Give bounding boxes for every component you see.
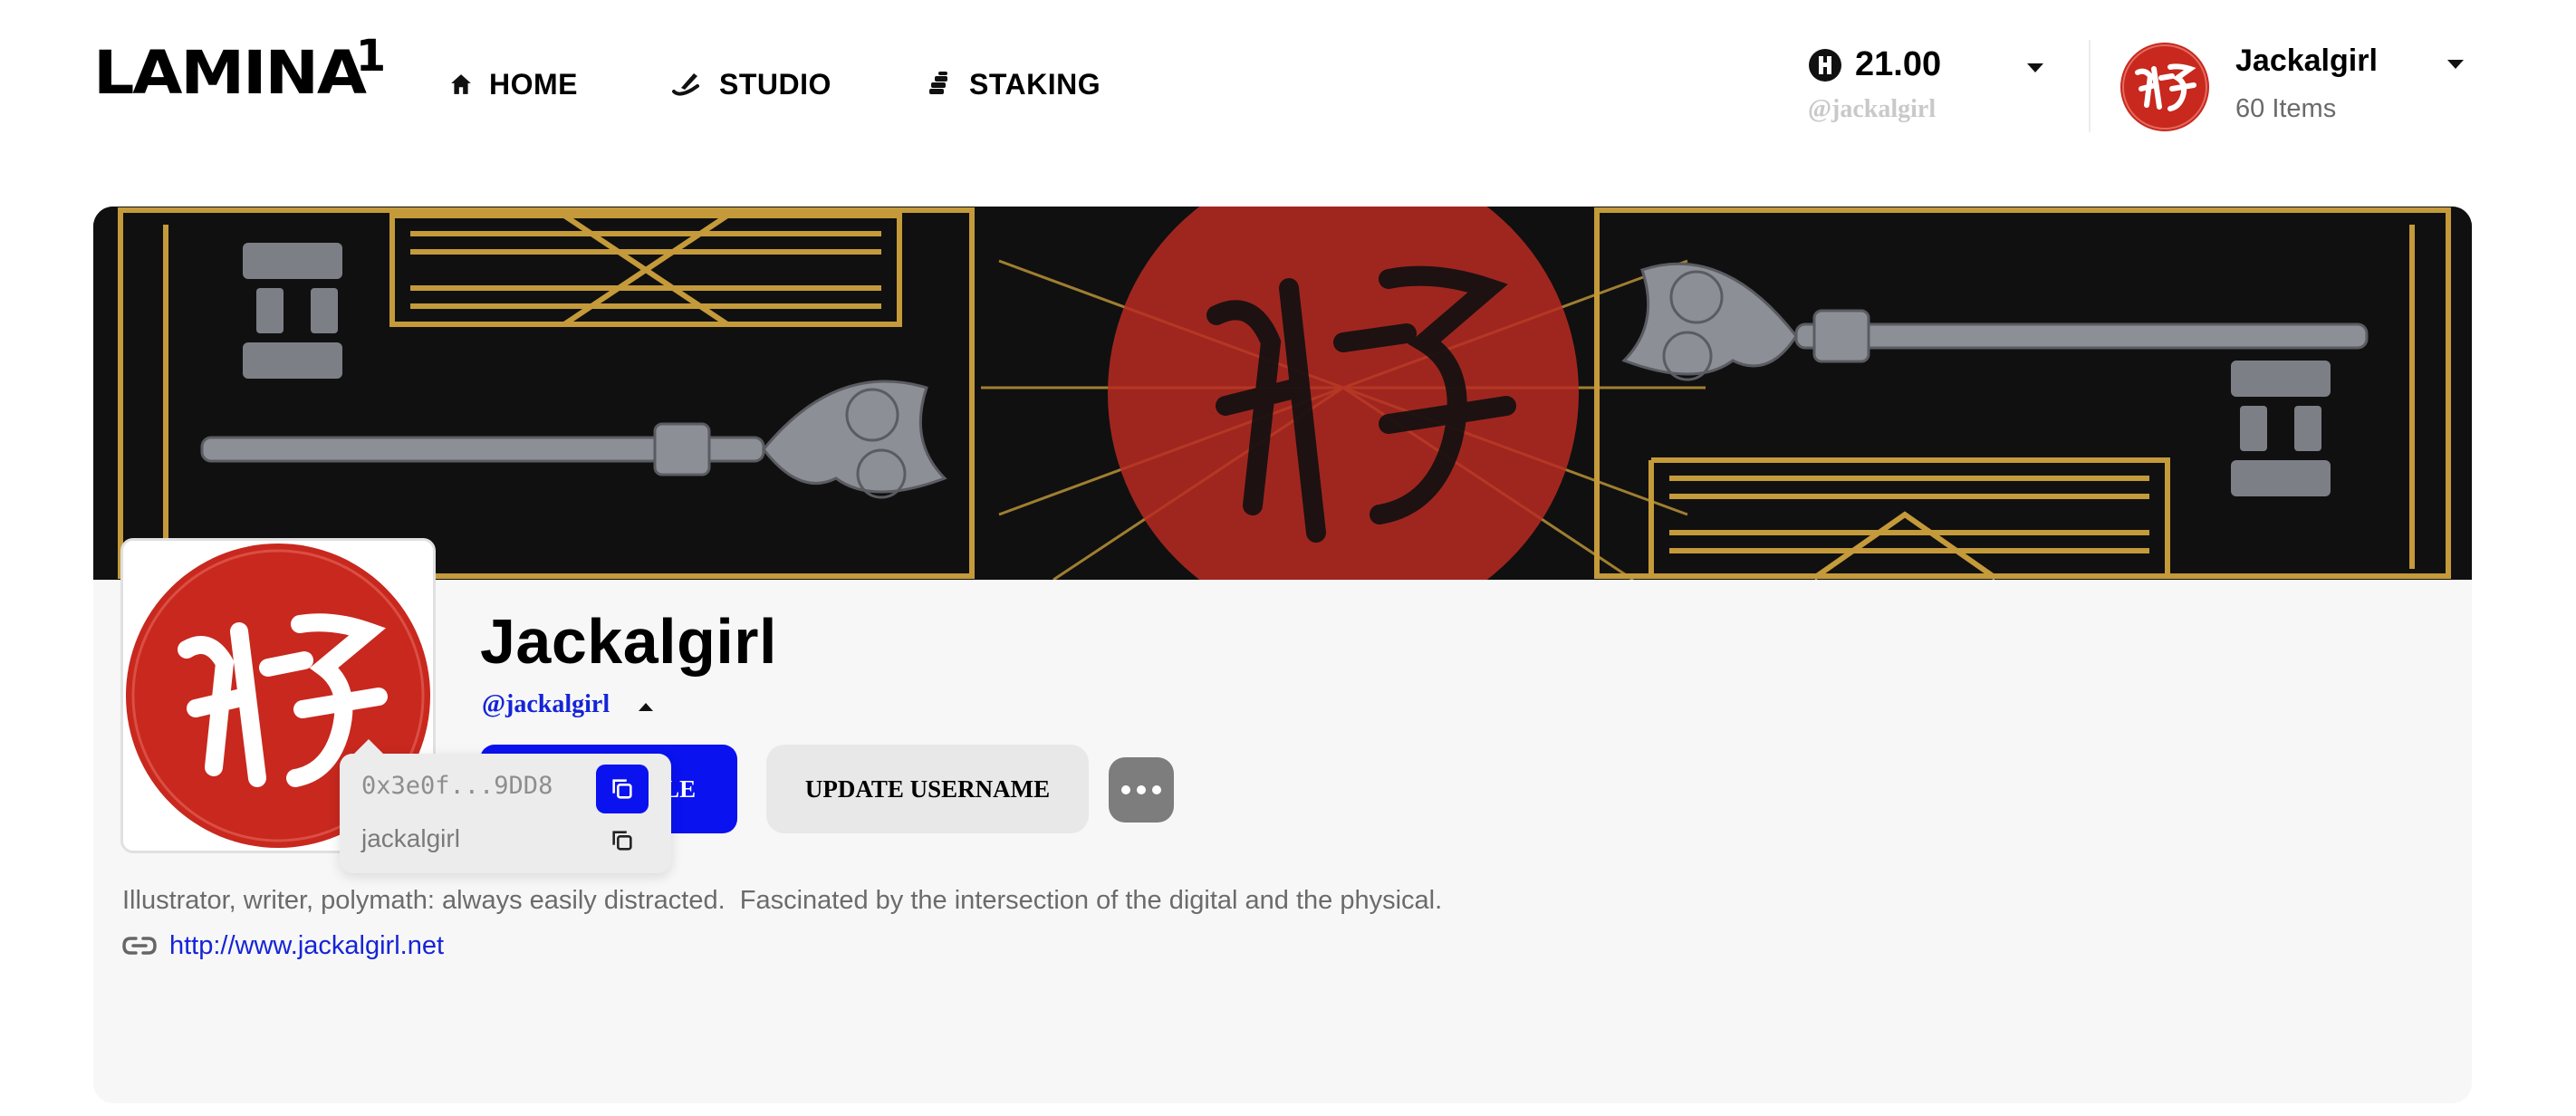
more-options-button[interactable] — [1109, 757, 1174, 823]
profile-card — [93, 207, 2472, 1103]
balance-caret-down-icon[interactable] — [2025, 62, 2045, 74]
profile-bio: Illustrator, writer, polymath: always ea… — [122, 886, 1443, 915]
nav-staking[interactable]: STAKING — [926, 62, 1101, 107]
popover-notch — [352, 739, 385, 755]
nav-studio-label: STUDIO — [719, 67, 831, 101]
balance-handle: @jackalgirl — [1808, 95, 1937, 123]
top-header: LAMINA 1 HOME STUDIO STAKING 21.00 @jack… — [0, 0, 2576, 172]
wallet-balance[interactable]: 21.00 @jackalgirl — [1808, 45, 2052, 127]
website-row: http://www.jackalgirl.net — [122, 928, 444, 964]
balance-amount: 21.00 — [1855, 45, 1942, 83]
update-username-button[interactable]: UPDATE USERNAME — [766, 745, 1089, 833]
address-popover: 0x3e0f...9DD8 jackalgirl — [340, 739, 671, 873]
profile-handle[interactable]: @jackalgirl — [482, 690, 610, 719]
copy-username-button[interactable] — [602, 821, 642, 861]
lamina-token-icon — [1809, 48, 1841, 82]
copy-icon — [612, 779, 632, 799]
account-menu[interactable]: Jackalgirl 60 Items — [2119, 42, 2482, 132]
studio-icon — [672, 73, 699, 96]
more-dot — [1152, 785, 1161, 794]
logo-text: LAMINA — [93, 38, 367, 108]
nav-staking-label: STAKING — [969, 67, 1101, 101]
more-dot — [1121, 785, 1130, 794]
home-icon — [451, 74, 471, 94]
profile-banner-image — [93, 207, 2472, 580]
nav-home-label: HOME — [489, 67, 578, 101]
nav-studio[interactable]: STUDIO — [670, 62, 831, 107]
account-avatar — [2119, 42, 2210, 132]
wallet-address: 0x3e0f...9DD8 — [361, 772, 553, 800]
account-caret-down-icon[interactable] — [2446, 58, 2465, 71]
website-link[interactable]: http://www.jackalgirl.net — [169, 931, 444, 961]
account-name: Jackalgirl — [2235, 43, 2378, 78]
popover-username: jackalgirl — [361, 824, 460, 852]
copy-address-button[interactable] — [596, 765, 649, 813]
caret-up-icon[interactable] — [638, 701, 654, 712]
account-items-count: 60 Items — [2235, 94, 2337, 123]
lamina1-logo[interactable]: LAMINA 1 — [93, 34, 386, 108]
nav-home[interactable]: HOME — [449, 62, 578, 107]
profile-name: Jackalgirl — [480, 606, 777, 677]
more-dot — [1137, 785, 1146, 794]
link-icon — [122, 937, 157, 955]
copy-icon — [612, 831, 632, 851]
header-divider — [2089, 40, 2091, 132]
staking-icon — [929, 72, 947, 94]
